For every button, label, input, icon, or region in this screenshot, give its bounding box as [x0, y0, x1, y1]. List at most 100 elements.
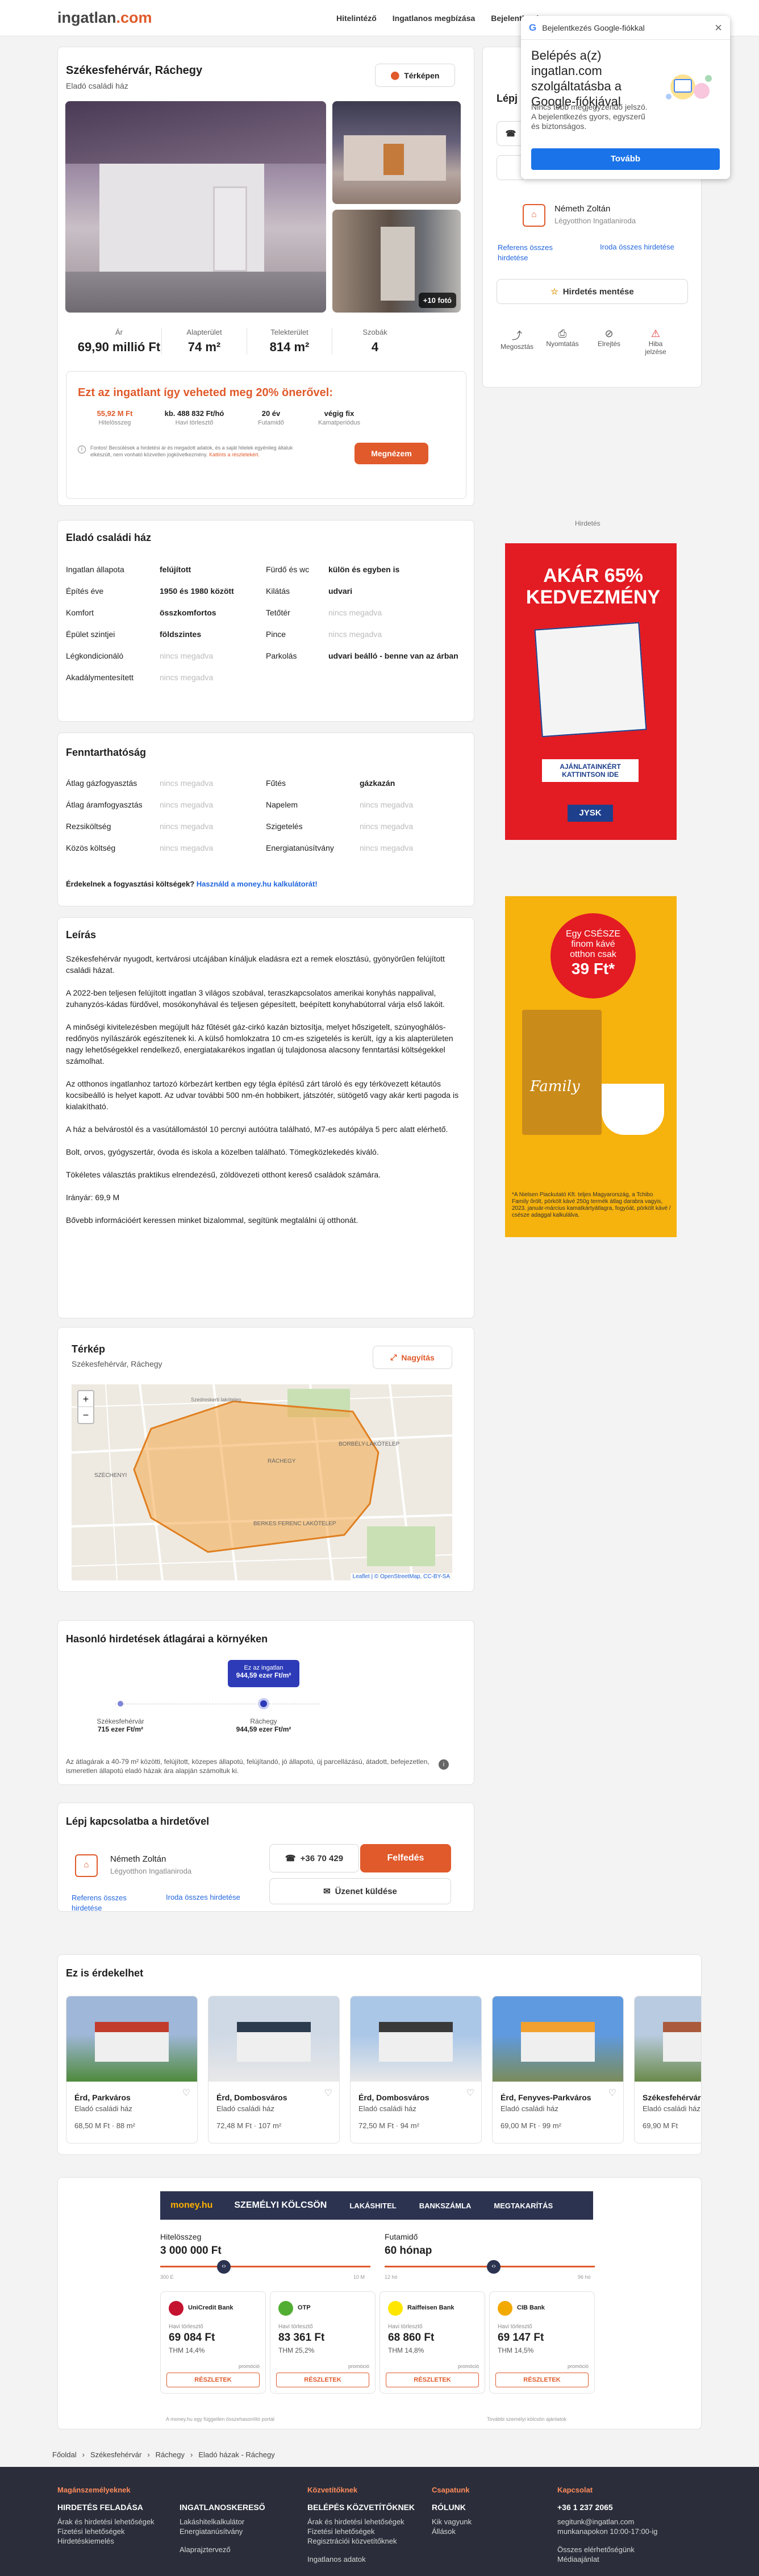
footer-link[interactable] — [307, 2546, 427, 2554]
tchibo-footnote: *A Nielsen Piackutató Kft. teljes Magyar… — [512, 1192, 671, 1218]
agency-listings-link[interactable]: Iroda összes hirdetése — [600, 243, 674, 251]
price-bubble-value: 944,59 ezer Ft/m² — [236, 1671, 291, 1679]
tab-personal-loan[interactable]: SZEMÉLYI KÖLCSÖN — [223, 2200, 338, 2211]
jysk-ad[interactable]: AKÁR 65% KEDVEZMÉNY AJÁNLATAINKÉRT KATTI… — [505, 543, 677, 840]
main-photo[interactable] — [65, 101, 326, 313]
footer-link[interactable]: Lakáshitelkalkulátor — [180, 2517, 299, 2527]
money-calculator-link[interactable]: Használd a money.hu kalkulátorát! — [197, 880, 318, 888]
close-icon[interactable]: × — [715, 20, 722, 35]
agency-listings-link[interactable]: Iroda összes hirdetése — [166, 1893, 240, 1901]
heart-icon[interactable]: ♡ — [182, 2087, 190, 2099]
bank-details-button[interactable]: RÉSZLETEK — [276, 2373, 369, 2387]
loan-monthly-value: kb. 488 832 Ft/hó — [164, 409, 224, 418]
breadcrumb-city[interactable]: Székesfehérvár — [90, 2450, 141, 2459]
hide-action[interactable]: ⊘ Elrejtés — [592, 328, 626, 348]
heart-icon[interactable]: ♡ — [324, 2087, 332, 2099]
footer-link[interactable]: Állások — [432, 2527, 551, 2536]
footer-link[interactable]: Árak és hirdetési lehetőségek — [307, 2517, 427, 2527]
bank-details-button[interactable]: RÉSZLETEK — [166, 2373, 260, 2387]
footer-link[interactable]: Ingatlanos adatok — [307, 2554, 427, 2564]
footer-link[interactable]: Összes elérhetőségünk — [557, 2545, 677, 2554]
side-photo-1[interactable] — [332, 101, 461, 204]
recommendation-item[interactable]: Érd, Dombosváros Eladó családi ház 72,50 M… — [350, 1996, 482, 2144]
more-photos-badge[interactable]: +10 fotó — [418, 293, 456, 308]
footer-link[interactable] — [180, 2536, 299, 2545]
footer-link[interactable]: Regisztrációi közvetítőknek — [307, 2536, 427, 2546]
map-enlarge-label: Nagyítás — [401, 1352, 435, 1362]
tchibo-ad[interactable]: Egy CSÉSZE finom kávé otthon csak 39 Ft*… — [505, 896, 677, 1237]
phone-number-button[interactable]: ☎ +36 70 429 — [269, 1844, 359, 1872]
footer-link[interactable]: Fizetési lehetőségek — [57, 2527, 177, 2536]
footer-link[interactable]: segitunk@ingatlan.com — [557, 2517, 677, 2527]
footer-section-link[interactable]: +36 1 237 2065 — [557, 2503, 677, 2512]
footer-section-link[interactable]: INGATLANOSKERESŐ — [180, 2503, 299, 2512]
bank-details-button[interactable]: RÉSZLETEK — [495, 2373, 589, 2387]
breadcrumb-current[interactable]: Eladó házak - Ráchegy — [198, 2450, 274, 2459]
footer-section-link[interactable]: RÓLUNK — [432, 2503, 551, 2512]
footer-section-link[interactable]: BELÉPÉS KÖZVETÍTŐKNEK — [307, 2503, 427, 2512]
nav-item-agent[interactable]: Ingatlanos megbízása — [393, 14, 475, 23]
footer-link[interactable]: Médiaajánlat — [557, 2554, 677, 2564]
term-slider[interactable]: ‹› — [385, 2260, 595, 2274]
footer-link[interactable]: Árak és hirdetési lehetőségek — [57, 2517, 177, 2527]
heart-icon[interactable]: ♡ — [608, 2087, 616, 2099]
zoom-in-button[interactable]: + — [78, 1391, 93, 1407]
google-continue-button[interactable]: Tovább — [531, 148, 720, 170]
site-logo[interactable]: ingatlan.com — [57, 9, 152, 27]
report-action[interactable]: ⚠ Hiba jelzése — [639, 328, 673, 356]
footer-link[interactable]: Hirdetéskiemelés — [57, 2536, 177, 2546]
show-on-map-label: Térképen — [404, 70, 440, 80]
referent-listings-link[interactable]: Referens összes hirdetése — [72, 1893, 145, 1913]
jysk-cta-button[interactable]: AJÁNLATAINKÉRT KATTINTSON IDE — [542, 759, 639, 782]
more-loans-link[interactable]: További személyi kölcsön ajánlatok — [487, 2416, 566, 2422]
footer-link[interactable] — [557, 2536, 677, 2545]
loan-view-button[interactable]: Megnézem — [355, 443, 428, 464]
bank-offer-card: Raiffeisen Bank Havi törlesztő 68 860 Ft TH… — [380, 2291, 485, 2394]
heart-icon[interactable]: ♡ — [466, 2087, 474, 2099]
recommendation-item[interactable]: Érd, Fenyves-Parkváros Eladó családi ház 6… — [492, 1996, 624, 2144]
reveal-phone-button[interactable]: Felfedés — [360, 1844, 451, 1872]
referent-listings-link[interactable]: Referens összes hirdetése — [498, 243, 572, 263]
recommendation-item[interactable]: Érd, Dombosváros Eladó családi ház 72,48 M… — [208, 1996, 340, 2144]
tab-mortgage[interactable]: LAKÁSHITEL — [338, 2202, 407, 2210]
footer-link[interactable]: Energiatanúsítvány — [180, 2527, 299, 2536]
footer-link[interactable]: Alaprajztervező — [180, 2545, 299, 2554]
send-message-button[interactable]: ✉ Üzenet küldése — [269, 1878, 451, 1904]
house-shape — [521, 2022, 595, 2062]
amount-slider-handle[interactable]: ‹› — [217, 2260, 231, 2274]
breadcrumb-home[interactable]: Főoldal — [52, 2450, 77, 2459]
sustainability-row: Napelem nincs megadva — [266, 800, 459, 822]
share-action[interactable]: ⤴ Megosztás — [500, 328, 534, 351]
loan-details-link[interactable]: Kattints a részletekért. — [209, 452, 260, 457]
detail-key: Építés éve — [66, 586, 104, 596]
tab-bank-account[interactable]: BANKSZÁMLA — [408, 2202, 483, 2210]
footer-section-link[interactable]: HIRDETÉS FELADÁSA — [57, 2503, 177, 2512]
recommendation-type: Eladó családi ház — [358, 2104, 416, 2113]
monthly-label: Havi törlesztő — [498, 2324, 532, 2330]
term-max: 96 hó — [578, 2274, 591, 2280]
side-photo-2[interactable]: +10 fotó — [332, 210, 461, 313]
show-on-map-button[interactable]: ⬤ Térképen — [375, 64, 455, 87]
term-slider-handle[interactable]: ‹› — [487, 2260, 501, 2274]
bank-logo-icon — [388, 2301, 403, 2316]
footer-link[interactable]: Kik vagyunk — [432, 2517, 551, 2527]
footer-link[interactable]: munkanapokon 10:00-17:00-ig — [557, 2527, 677, 2536]
map-enlarge-button[interactable]: ⤢ Nagyítás — [373, 1346, 452, 1369]
nav-item-loan[interactable]: Hitelintéző — [336, 14, 377, 23]
bank-details-button[interactable]: RÉSZLETEK — [386, 2373, 479, 2387]
recommendation-item[interactable]: Székesfehérvár Eladó családi ház 69,90 M F… — [634, 1996, 701, 2144]
zoom-out-button[interactable]: − — [78, 1407, 93, 1423]
print-action[interactable]: ⎙ Nyomtatás — [545, 328, 579, 348]
similar-prices-title: Hasonló hirdetések átlagárai a környéken — [66, 1633, 268, 1645]
info-icon[interactable]: i — [439, 1759, 449, 1770]
recommendation-item[interactable]: Érd, Parkváros Eladó családi ház 68,50 M F… — [66, 1996, 198, 2144]
description-paragraph: Bolt, orvos, gyógyszertár, óvoda és isko… — [66, 1147, 379, 1156]
loan-period-value: végig fix — [324, 409, 355, 418]
breadcrumb-district[interactable]: Ráchegy — [156, 2450, 185, 2459]
footer-link[interactable]: Fizetési lehetőségek — [307, 2527, 427, 2536]
tab-savings[interactable]: MEGTAKARÍTÁS — [482, 2202, 564, 2210]
map-view[interactable]: Szedreskerti lakótelep RÁCHEGY BORBÉLY-L… — [72, 1384, 452, 1580]
map-label-2: RÁCHEGY — [268, 1458, 296, 1464]
amount-slider[interactable]: ‹› — [160, 2260, 370, 2274]
save-listing-button[interactable]: ☆ Hirdetés mentése — [497, 279, 688, 304]
